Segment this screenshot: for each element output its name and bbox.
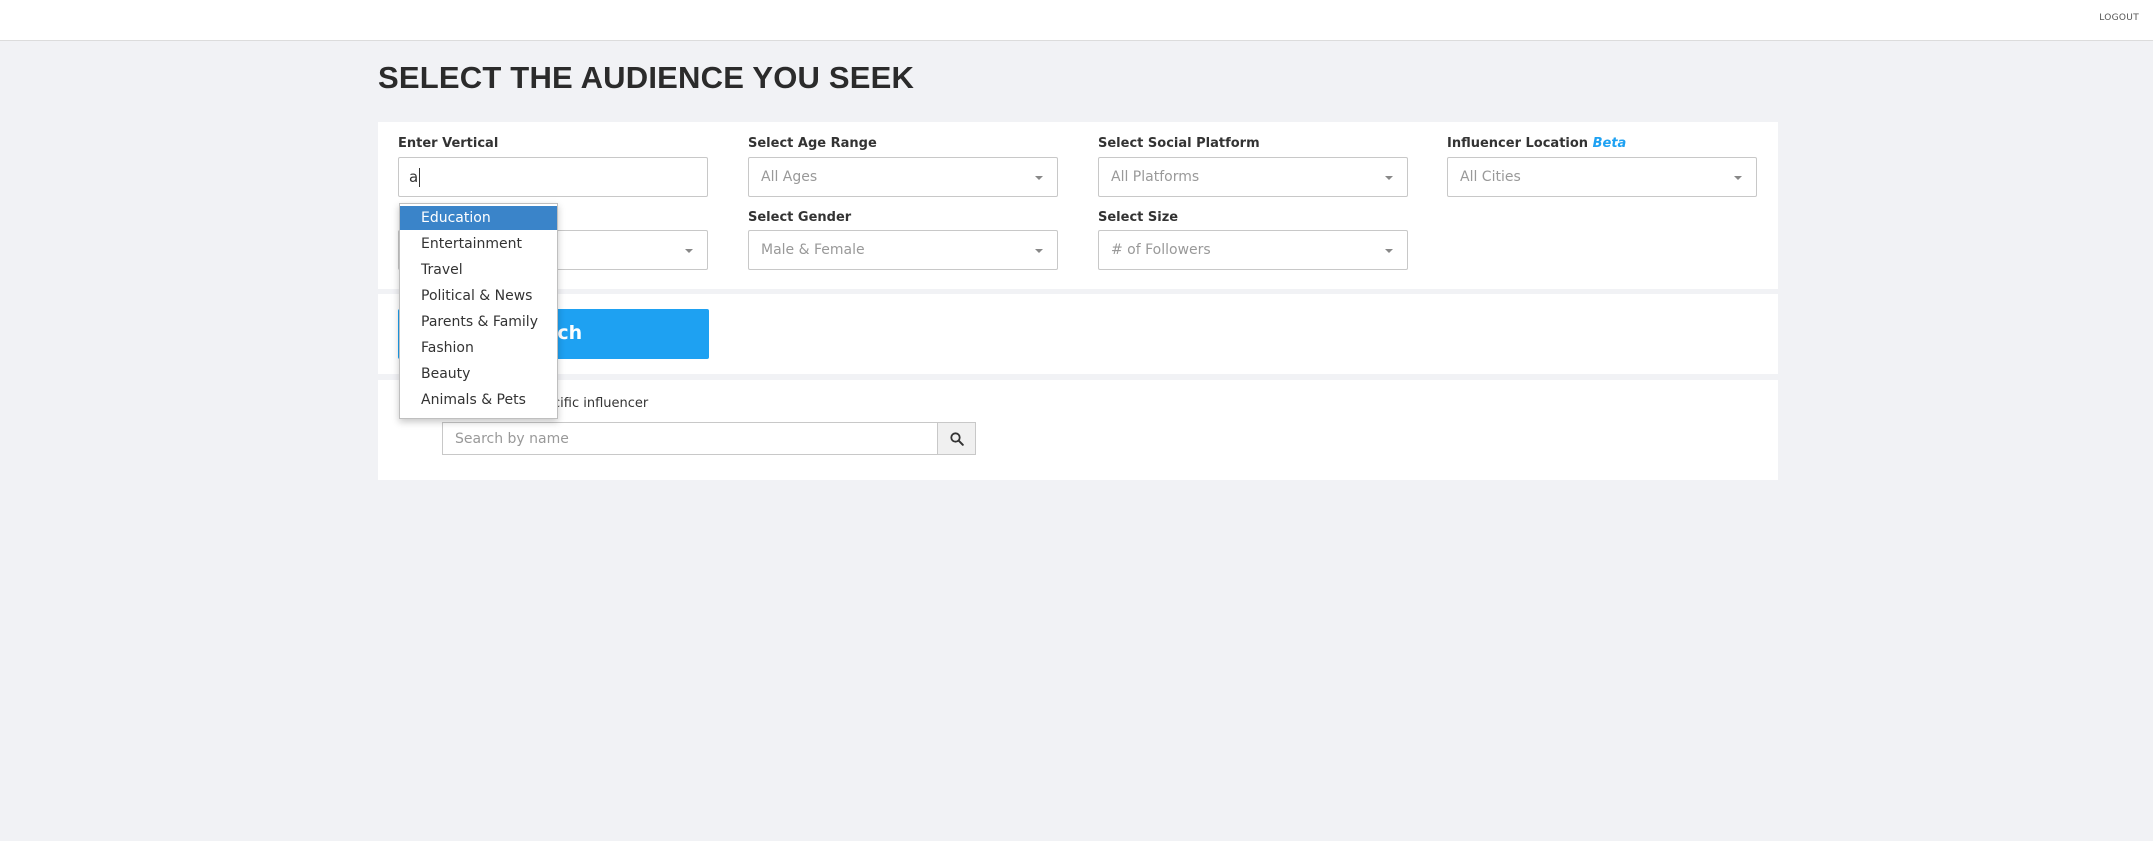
age-range-select[interactable]: All Ages <box>748 157 1058 197</box>
autocomplete-option[interactable]: Parents & Family <box>400 310 557 334</box>
beta-badge: Beta <box>1592 136 1627 151</box>
autocomplete-option[interactable]: Fashion <box>400 336 557 360</box>
autocomplete-option[interactable]: Beauty <box>400 362 557 386</box>
location-value: All Cities <box>1460 169 1521 185</box>
search-icon <box>950 432 964 446</box>
age-range-value: All Ages <box>761 169 818 185</box>
name-search-button[interactable] <box>937 422 976 455</box>
size-select[interactable]: # of Followers <box>1098 230 1408 270</box>
chevron-down-icon <box>1385 249 1393 253</box>
autocomplete-option[interactable]: Entertainment <box>400 232 557 256</box>
chevron-down-icon <box>1734 176 1742 180</box>
social-platform-value: All Platforms <box>1111 169 1200 185</box>
autocomplete-option[interactable]: Animals & Pets <box>400 388 557 412</box>
social-platform-select[interactable]: All Platforms <box>1098 157 1408 197</box>
top-bar: LOGOUT <box>0 0 2153 41</box>
chevron-down-icon <box>1035 176 1043 180</box>
location-label-text: Influencer Location <box>1447 136 1589 151</box>
gender-value: Male & Female <box>761 242 865 258</box>
search-by-name-placeholder: Search by name <box>455 431 569 447</box>
logout-link[interactable]: LOGOUT <box>2099 13 2139 23</box>
social-platform-label: Select Social Platform <box>1098 136 1260 151</box>
location-select[interactable]: All Cities <box>1447 157 1757 197</box>
age-range-label: Select Age Range <box>748 136 877 151</box>
search-by-name-input[interactable]: Search by name <box>442 422 938 455</box>
size-label: Select Size <box>1098 210 1179 225</box>
autocomplete-option[interactable]: Travel <box>400 258 557 282</box>
size-value: # of Followers <box>1111 242 1211 258</box>
chevron-down-icon <box>1385 176 1393 180</box>
text-cursor <box>419 168 420 187</box>
name-search-label: ecific influencer <box>545 396 649 411</box>
vertical-input-value: a <box>409 168 419 186</box>
autocomplete-option[interactable]: Political & News <box>400 284 557 308</box>
chevron-down-icon <box>1035 249 1043 253</box>
location-label: Influencer Location Beta <box>1447 136 1626 151</box>
chevron-down-icon <box>685 249 693 253</box>
gender-select[interactable]: Male & Female <box>748 230 1058 270</box>
autocomplete-option[interactable]: Education <box>400 206 557 230</box>
vertical-autocomplete-list: Education Entertainment Travel Political… <box>399 203 558 419</box>
page-title: SELECT THE AUDIENCE YOU SEEK <box>378 60 915 95</box>
vertical-label: Enter Vertical <box>398 136 499 151</box>
gender-label: Select Gender <box>748 210 852 225</box>
vertical-input[interactable]: a <box>398 157 708 197</box>
